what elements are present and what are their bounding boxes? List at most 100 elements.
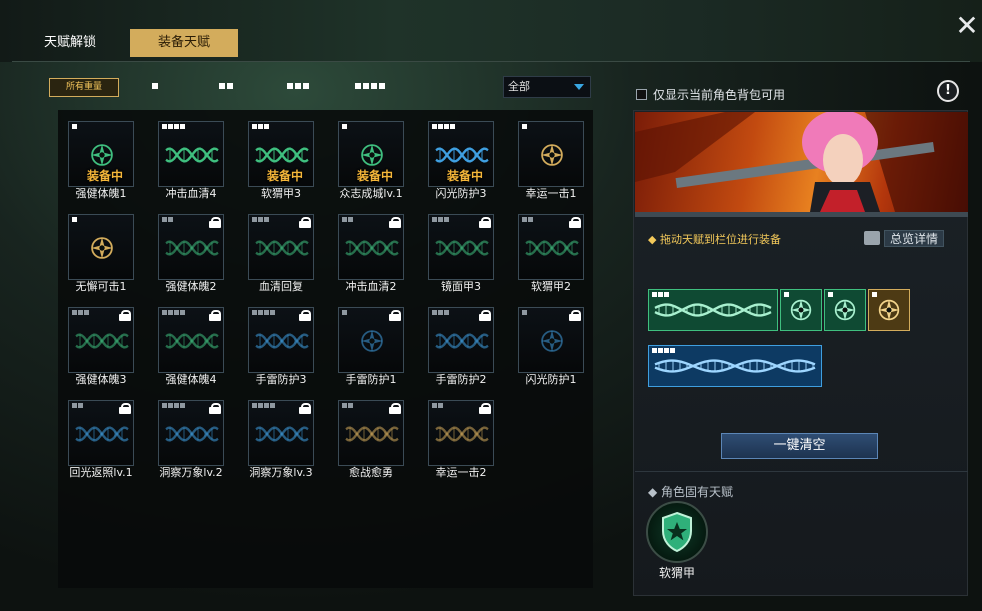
talent-card[interactable]: 冲击血清2	[338, 214, 404, 294]
close-icon[interactable]: ✕	[955, 12, 979, 40]
talent-name: 手雷防护3	[255, 373, 307, 386]
talent-card[interactable]: 冲击血清4	[158, 121, 224, 201]
shield-star-icon[interactable]	[646, 501, 708, 563]
talent-card[interactable]: 闪光防护1	[518, 307, 584, 387]
dna-helix-icon	[75, 426, 129, 442]
lock-icon	[569, 310, 581, 321]
talent-card[interactable]: 愈战愈勇	[338, 400, 404, 480]
talent-card[interactable]: 强健体魄3	[68, 307, 134, 387]
talent-card-frame	[518, 214, 584, 280]
dna-helix-icon	[435, 240, 489, 256]
talent-name: 强健体魄1	[75, 187, 127, 200]
weight-indicator	[522, 124, 527, 129]
talent-card[interactable]: 装备中 众志成城lv.1	[338, 121, 404, 201]
tab-equip-talent[interactable]: 装备天赋	[130, 29, 238, 57]
talent-card-frame: 装备中	[68, 121, 134, 187]
talent-card[interactable]: 镜面甲3	[428, 214, 494, 294]
equipped-slot[interactable]	[868, 289, 910, 331]
talent-card[interactable]: 幸运一击2	[428, 400, 494, 480]
talent-card[interactable]: 装备中 软猬甲3	[248, 121, 314, 201]
overview-details-button[interactable]: 总览详情	[864, 229, 954, 247]
dna-helix-icon	[345, 240, 399, 256]
talent-name: 镜面甲3	[441, 280, 481, 293]
weight-indicator	[342, 403, 353, 408]
talent-name: 闪光防护1	[525, 373, 577, 386]
innate-talent-header-text: 角色固有天赋	[661, 485, 734, 499]
equipped-slot[interactable]	[648, 345, 822, 387]
lock-icon	[299, 310, 311, 321]
drag-hint: ◆ 拖动天赋到栏位进行装备	[648, 233, 781, 246]
talent-card[interactable]: 软猬甲2	[518, 214, 584, 294]
dna-helix-icon	[75, 333, 129, 349]
dna-helix-icon	[435, 333, 489, 349]
talent-card[interactable]: 手雷防护3	[248, 307, 314, 387]
compass-emblem-icon	[541, 330, 563, 352]
weight-indicator	[872, 292, 877, 297]
equipped-badge: 装备中	[447, 169, 484, 183]
lock-icon	[479, 217, 491, 228]
talent-card[interactable]: 洞察万象lv.3	[248, 400, 314, 480]
compass-emblem-icon	[790, 299, 812, 321]
talent-card[interactable]: 装备中 闪光防护3	[428, 121, 494, 201]
filter-weight-2[interactable]	[219, 83, 233, 89]
talent-icon	[159, 122, 225, 188]
talent-name: 强健体魄2	[165, 280, 217, 293]
talent-card[interactable]: 强健体魄4	[158, 307, 224, 387]
dna-helix-icon	[525, 240, 579, 256]
lock-icon	[569, 217, 581, 228]
talent-card-frame	[428, 400, 494, 466]
talent-card[interactable]: 无懈可击1	[68, 214, 134, 294]
weight-indicator	[162, 403, 185, 408]
talent-card[interactable]: 回光返照lv.1	[68, 400, 134, 480]
weight-indicator	[72, 217, 77, 222]
talent-name: 手雷防护1	[345, 373, 397, 386]
dna-helix-icon	[255, 240, 309, 256]
only-current-role-toggle[interactable]: 仅显示当前角色背包可用	[636, 86, 785, 103]
talent-card-frame	[158, 214, 224, 280]
tab-talent-unlock[interactable]: 天赋解锁	[30, 29, 130, 57]
talent-name: 众志成城lv.1	[339, 187, 403, 200]
talent-name: 洞察万象lv.2	[159, 466, 223, 479]
dna-helix-icon	[345, 426, 399, 442]
info-icon[interactable]: !	[937, 80, 959, 102]
checkbox[interactable]	[636, 89, 647, 100]
filter-weight-3[interactable]	[287, 83, 309, 89]
talent-card-frame	[248, 214, 314, 280]
talent-icon	[519, 122, 585, 188]
compass-emblem-icon	[361, 330, 383, 352]
lock-icon	[479, 310, 491, 321]
equipped-slot[interactable]	[824, 289, 866, 331]
weight-indicator	[72, 310, 89, 315]
talent-card[interactable]: 手雷防护1	[338, 307, 404, 387]
dna-helix-icon	[255, 333, 309, 349]
portrait-divider	[635, 212, 968, 217]
weight-filter-bar: 所有重量 全部	[49, 76, 594, 98]
category-dropdown[interactable]: 全部	[503, 76, 591, 98]
filter-all-weights[interactable]: 所有重量	[49, 78, 119, 97]
lock-icon	[209, 310, 221, 321]
talent-card[interactable]: 洞察万象lv.2	[158, 400, 224, 480]
weight-indicator	[784, 292, 789, 297]
equipped-slot[interactable]	[648, 289, 778, 331]
weight-indicator	[522, 310, 527, 315]
equipped-slot[interactable]	[780, 289, 822, 331]
weight-indicator	[342, 310, 347, 315]
talent-card[interactable]: 幸运一击1	[518, 121, 584, 201]
talent-card-frame	[158, 307, 224, 373]
loadout-panel: ◆ 拖动天赋到栏位进行装备 总览详情 一键清空 ◆ 角色固有天赋 软猬甲	[633, 110, 968, 596]
talent-name: 无懈可击1	[75, 280, 127, 293]
talent-card[interactable]: 强健体魄2	[158, 214, 224, 294]
talent-name: 愈战愈勇	[349, 466, 393, 479]
talent-card[interactable]: 手雷防护2	[428, 307, 494, 387]
equipped-badge: 装备中	[267, 169, 304, 183]
talent-card-frame	[68, 400, 134, 466]
filter-weight-4[interactable]	[355, 83, 385, 89]
clear-all-button[interactable]: 一键清空	[721, 433, 878, 459]
talent-card-frame	[248, 307, 314, 373]
talent-card[interactable]: 血清回复	[248, 214, 314, 294]
talent-card-frame: 装备中	[428, 121, 494, 187]
dna-helix-icon	[255, 426, 309, 442]
filter-weight-1[interactable]	[152, 83, 158, 89]
talent-card[interactable]: 装备中 强健体魄1	[68, 121, 134, 201]
talent-card-frame: 装备中	[248, 121, 314, 187]
